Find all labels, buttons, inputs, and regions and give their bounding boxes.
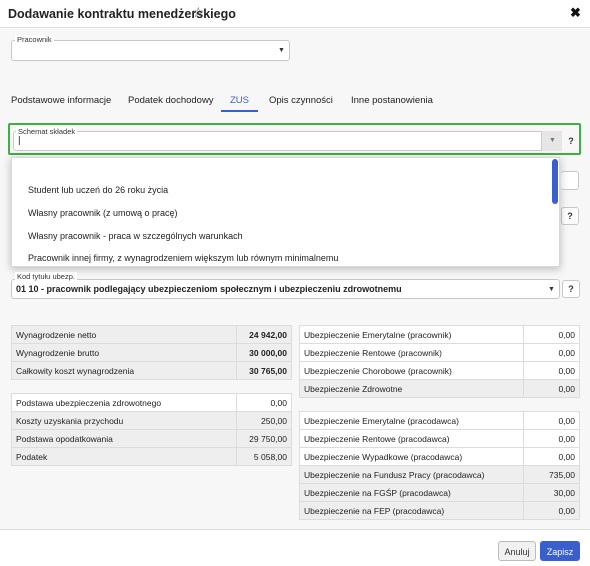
table-row: Koszty uzyskania przychodu 250,00 bbox=[11, 411, 292, 430]
tab-podstawowe-informacje[interactable]: Podstawowe informacje bbox=[11, 95, 111, 106]
pracownik-label: Pracownik bbox=[15, 35, 54, 44]
row-label: Ubezpieczenie na Fundusz Pracy (pracodaw… bbox=[299, 465, 524, 484]
close-icon[interactable]: ✖ bbox=[570, 5, 581, 21]
text-cursor: | bbox=[18, 135, 21, 146]
dropdown-scrollbar[interactable] bbox=[552, 159, 558, 204]
row-label: Ubezpieczenie Zdrowotne bbox=[299, 379, 524, 398]
help-question-icon[interactable]: ? bbox=[561, 207, 579, 225]
dropdown-option[interactable]: Własny pracownik - praca w szczególnych … bbox=[28, 231, 243, 241]
row-label: Ubezpieczenie Rentowe (pracownik) bbox=[299, 343, 524, 362]
row-value: 0,00 bbox=[523, 429, 580, 448]
row-value: 30 765,00 bbox=[236, 361, 292, 380]
row-label: Wynagrodzenie brutto bbox=[11, 343, 237, 362]
table-row: Ubezpieczenie Rentowe (pracodawca) 0,00 bbox=[299, 429, 580, 448]
row-label: Całkowity koszt wynagrodzenia bbox=[11, 361, 237, 380]
tab-opis-czynnosci[interactable]: Opis czynności bbox=[269, 95, 333, 106]
table-row: Ubezpieczenie Wypadkowe (pracodawca) 0,0… bbox=[299, 447, 580, 466]
save-button[interactable]: Zapisz bbox=[540, 541, 580, 561]
row-value: 0,00 bbox=[523, 501, 580, 520]
table-row: Wynagrodzenie brutto 30 000,00 bbox=[11, 343, 292, 362]
kod-tytulu-value: 01 10 - pracownik podlegający ubezpiecze… bbox=[16, 284, 402, 294]
row-value: 0,00 bbox=[523, 325, 580, 344]
row-label: Ubezpieczenie na FGŚP (pracodawca) bbox=[299, 483, 524, 502]
row-value: 30,00 bbox=[523, 483, 580, 502]
table-row: Ubezpieczenie Chorobowe (pracownik) 0,00 bbox=[299, 361, 580, 380]
row-label: Podatek bbox=[11, 447, 237, 466]
row-value: 0,00 bbox=[523, 361, 580, 380]
schemat-dropdown-list: Student lub uczeń do 26 roku życia Własn… bbox=[11, 157, 560, 267]
kod-tytulu-label: Kod tytułu ubezp. bbox=[15, 272, 77, 281]
row-value: 0,00 bbox=[523, 411, 580, 430]
dropdown-option[interactable]: Pracownik innej firmy, z wynagrodzeniem … bbox=[28, 253, 338, 263]
kod-tytulu-select[interactable]: 01 10 - pracownik podlegający ubezpiecze… bbox=[11, 279, 560, 299]
help-question-icon[interactable]: ? bbox=[562, 280, 580, 298]
table-row: Ubezpieczenie Zdrowotne 0,00 bbox=[299, 379, 580, 398]
dropdown-option[interactable]: Własny pracownik (z umową o pracę) bbox=[28, 208, 178, 218]
table-row: Całkowity koszt wynagrodzenia 30 765,00 bbox=[11, 361, 292, 380]
tab-podatek-dochodowy[interactable]: Podatek dochodowy bbox=[128, 95, 214, 106]
table-row: Ubezpieczenie Emerytalne (pracownik) 0,0… bbox=[299, 325, 580, 344]
cancel-button[interactable]: Anuluj bbox=[498, 541, 536, 561]
row-label: Podstawa ubezpieczenia zdrowotnego bbox=[11, 393, 237, 412]
row-value: 24 942,00 bbox=[236, 325, 292, 344]
dropdown-option[interactable]: Student lub uczeń do 26 roku życia bbox=[28, 185, 168, 195]
chevron-down-icon: ▼ bbox=[278, 47, 285, 54]
row-label: Ubezpieczenie Wypadkowe (pracodawca) bbox=[299, 447, 524, 466]
tab-inne-postanowienia[interactable]: Inne postanowienia bbox=[351, 95, 433, 106]
row-value: 0,00 bbox=[523, 379, 580, 398]
table-row: Wynagrodzenie netto 24 942,00 bbox=[11, 325, 292, 344]
row-value: 0,00 bbox=[236, 393, 292, 412]
table-row: Ubezpieczenie na Fundusz Pracy (pracodaw… bbox=[299, 465, 580, 484]
row-label: Wynagrodzenie netto bbox=[11, 325, 237, 344]
active-tab-indicator bbox=[221, 110, 258, 112]
summary-table-wages: Wynagrodzenie netto 24 942,00 Wynagrodze… bbox=[11, 325, 292, 380]
contributions-table-employee: Ubezpieczenie Emerytalne (pracownik) 0,0… bbox=[299, 325, 580, 398]
dropdown-toggle[interactable]: ▼ bbox=[541, 131, 562, 151]
row-value: 30 000,00 bbox=[236, 343, 292, 362]
row-value: 250,00 bbox=[236, 411, 292, 430]
dialog-titlebar: Dodawanie kontraktu menedżerskiego ☆ ✖ bbox=[0, 0, 590, 28]
table-row: Ubezpieczenie Emerytalne (pracodawca) 0,… bbox=[299, 411, 580, 430]
contributions-table-employer: Ubezpieczenie Emerytalne (pracodawca) 0,… bbox=[299, 411, 580, 520]
row-label: Ubezpieczenie Chorobowe (pracownik) bbox=[299, 361, 524, 380]
row-value: 5 058,00 bbox=[236, 447, 292, 466]
row-label: Ubezpieczenie Emerytalne (pracodawca) bbox=[299, 411, 524, 430]
tab-zus[interactable]: ZUS bbox=[230, 95, 249, 106]
chevron-down-icon: ▼ bbox=[548, 286, 555, 293]
schemat-skladek-label: Schemat składek bbox=[16, 127, 78, 136]
table-row: Ubezpieczenie Rentowe (pracownik) 0,00 bbox=[299, 343, 580, 362]
table-row: Ubezpieczenie na FGŚP (pracodawca) 30,00 bbox=[299, 483, 580, 502]
help-question-icon[interactable]: ? bbox=[562, 133, 580, 151]
row-label: Koszty uzyskania przychodu bbox=[11, 411, 237, 430]
row-value: 735,00 bbox=[523, 465, 580, 484]
table-row: Podstawa opodatkowania 29 750,00 bbox=[11, 429, 292, 448]
table-row: Ubezpieczenie na FEP (pracodawca) 0,00 bbox=[299, 501, 580, 520]
row-label: Ubezpieczenie Rentowe (pracodawca) bbox=[299, 429, 524, 448]
row-label: Podstawa opodatkowania bbox=[11, 429, 237, 448]
row-value: 0,00 bbox=[523, 343, 580, 362]
row-value: 29 750,00 bbox=[236, 429, 292, 448]
row-label: Ubezpieczenie Emerytalne (pracownik) bbox=[299, 325, 524, 344]
schemat-skladek-input[interactable]: | ▼ bbox=[13, 131, 562, 151]
hidden-field-edge bbox=[561, 171, 579, 190]
favorite-star-icon[interactable]: ☆ bbox=[192, 4, 205, 21]
chevron-down-icon: ▼ bbox=[549, 137, 556, 144]
summary-table-tax: Podstawa ubezpieczenia zdrowotnego 0,00 … bbox=[11, 393, 292, 466]
row-value: 0,00 bbox=[523, 447, 580, 466]
row-label: Ubezpieczenie na FEP (pracodawca) bbox=[299, 501, 524, 520]
table-row: Podatek 5 058,00 bbox=[11, 447, 292, 466]
table-row: Podstawa ubezpieczenia zdrowotnego 0,00 bbox=[11, 393, 292, 412]
